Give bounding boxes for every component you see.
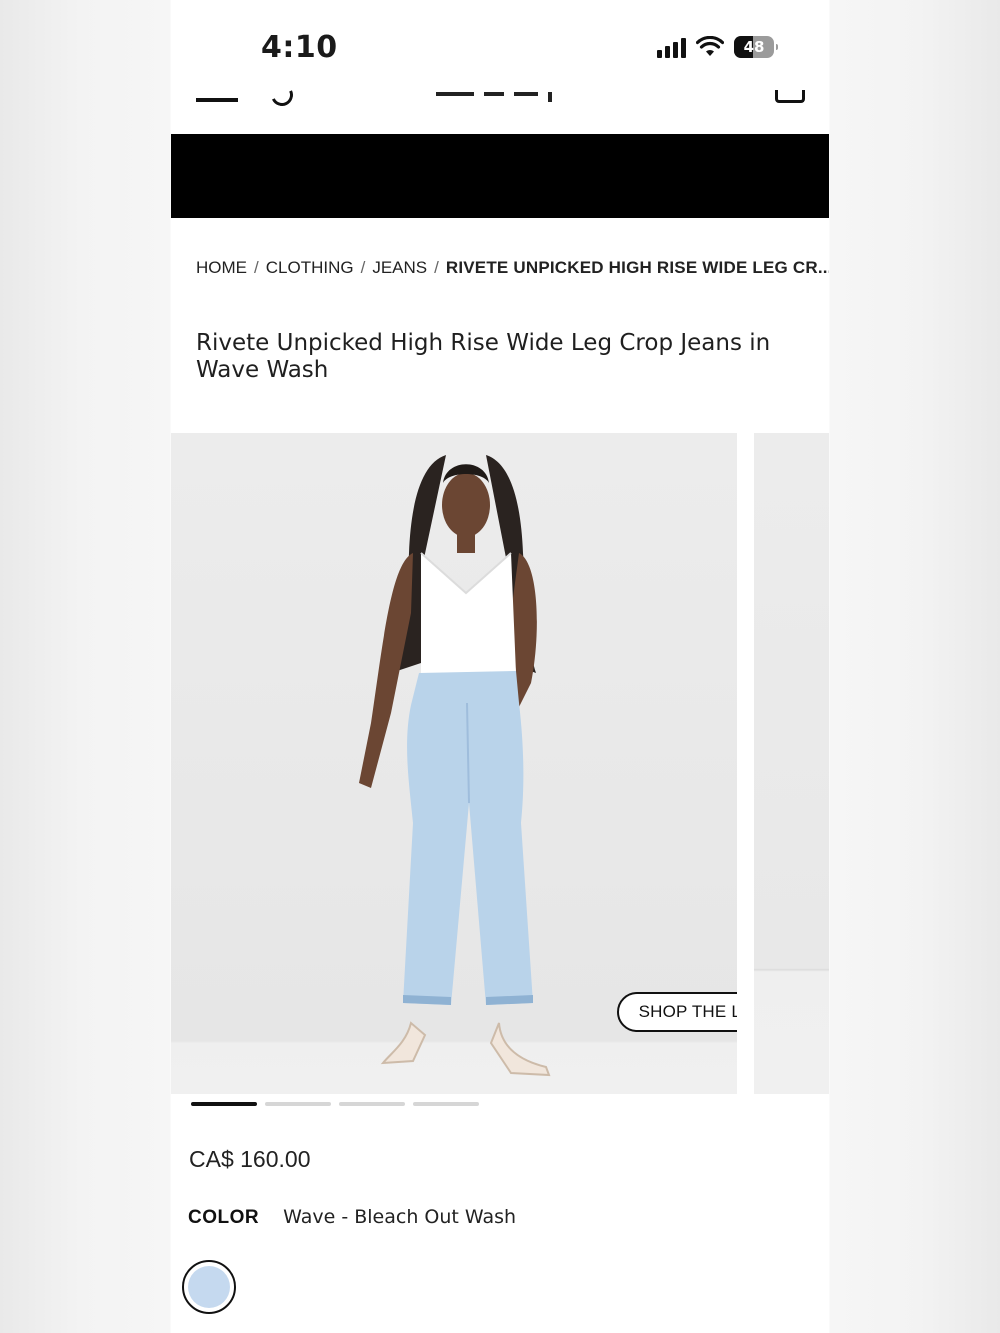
shop-the-look-button[interactable]: SHOP THE LOOK — [617, 992, 737, 1032]
status-time: 4:10 — [261, 30, 338, 65]
product-price: CA$ 160.00 — [189, 1146, 311, 1172]
breadcrumb-clothing[interactable]: CLOTHING — [266, 258, 354, 277]
pagination-dot[interactable] — [339, 1102, 405, 1106]
color-selector-row: COLOR Wave - Bleach Out Wash — [188, 1206, 516, 1229]
product-gallery[interactable]: SHOP THE LOOK — [171, 433, 829, 1094]
phone-screen: 4:10 48 HOME / CLOTHING / JEANS / RIVETE UNPIC… — [171, 0, 829, 1333]
gallery-pagination — [191, 1102, 479, 1106]
pagination-dot-active[interactable] — [191, 1102, 257, 1106]
wifi-icon — [696, 36, 724, 56]
breadcrumb-jeans[interactable]: JEANS — [372, 258, 427, 277]
menu-icon[interactable] — [196, 98, 238, 102]
breadcrumb-separator: / — [434, 258, 439, 277]
model-photo — [359, 455, 551, 1077]
status-icons: 48 — [657, 36, 778, 58]
color-label: COLOR — [188, 1207, 260, 1228]
signal-icon — [657, 36, 686, 58]
status-bar: 4:10 48 — [171, 0, 829, 90]
selected-color-name: Wave - Bleach Out Wash — [283, 1206, 517, 1228]
breadcrumb-separator: / — [254, 258, 259, 277]
product-image[interactable]: SHOP THE LOOK — [171, 433, 737, 1094]
pagination-dot[interactable] — [265, 1102, 331, 1106]
promo-banner[interactable] — [171, 134, 829, 218]
next-product-image[interactable] — [754, 433, 829, 1094]
breadcrumb-current: RIVETE UNPICKED HIGH RISE WIDE LEG CR... — [445, 258, 829, 277]
pagination-dot[interactable] — [413, 1102, 479, 1106]
breadcrumb-separator: / — [360, 258, 366, 277]
battery-level: 48 — [743, 38, 765, 56]
color-swatch-selected[interactable] — [182, 1260, 236, 1314]
site-header — [171, 90, 829, 134]
breadcrumb-home[interactable]: HOME — [196, 258, 247, 277]
site-logo[interactable] — [436, 92, 552, 102]
battery-icon: 48 — [734, 36, 778, 58]
search-icon[interactable] — [267, 90, 297, 110]
swatch-fill — [188, 1266, 230, 1308]
breadcrumb: HOME / CLOTHING / JEANS / RIVETE UNPICKED HIGH… — [196, 258, 829, 278]
product-title: Rivete Unpicked High Rise Wide Leg Crop … — [196, 330, 771, 383]
bag-icon[interactable] — [775, 90, 805, 103]
